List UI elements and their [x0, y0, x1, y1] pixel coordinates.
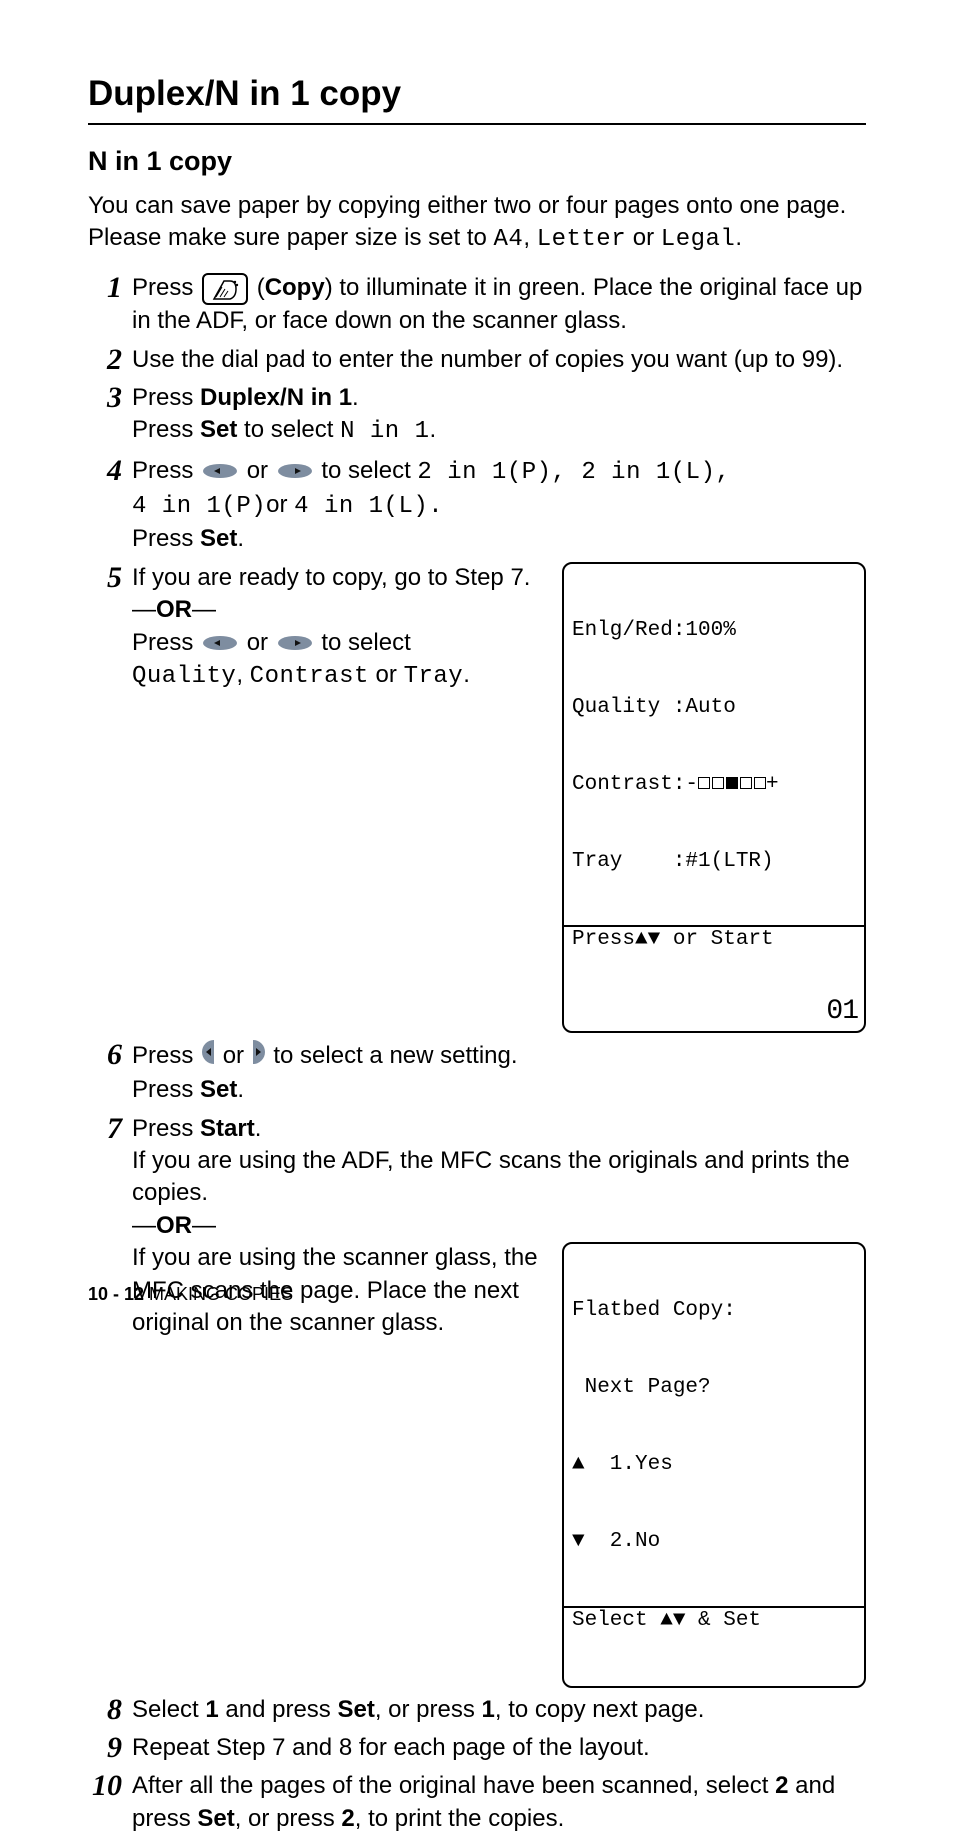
step-number: 1	[88, 272, 132, 304]
intro-text: You can save paper by copying either two…	[88, 190, 866, 257]
step-item: 8 Select 1 and press Set, or press 1, to…	[88, 1694, 866, 1726]
step-item: 5 If you are ready to copy, go to Step 7…	[88, 562, 866, 1033]
step-item: 9 Repeat Step 7 and 8 for each page of t…	[88, 1732, 866, 1764]
step-number: 6	[88, 1039, 132, 1071]
step-item: 10 After all the pages of the original h…	[88, 1770, 866, 1835]
nav-left-icon	[202, 463, 238, 479]
steps-list: 1 Press (Copy) to illuminate it in green…	[88, 272, 866, 1835]
step-number: 7	[88, 1113, 132, 1145]
step-item: 7 Press Start. If you are using the ADF,…	[88, 1113, 866, 1688]
step-text: Press	[132, 384, 200, 411]
half-left-icon	[201, 1039, 215, 1074]
step-item: 1 Press (Copy) to illuminate it in green…	[88, 272, 866, 337]
step-number: 10	[88, 1770, 132, 1802]
section-title: N in 1 copy	[88, 143, 866, 179]
half-right-icon	[252, 1039, 266, 1074]
page-title: Duplex/N in 1 copy	[88, 70, 866, 125]
step-number: 2	[88, 344, 132, 376]
lcd-display: Enlg/Red:100% Quality :Auto Contrast:-+ …	[562, 562, 866, 1033]
step-number: 3	[88, 382, 132, 414]
nav-right-icon	[277, 635, 313, 651]
step-text: Press	[132, 274, 200, 301]
step-item: 2 Use the dial pad to enter the number o…	[88, 344, 866, 376]
step-number: 9	[88, 1732, 132, 1764]
step-item: 3 Press Duplex/N in 1. Press Set to sele…	[88, 382, 866, 449]
step-text: Use the dial pad to enter the number of …	[132, 346, 843, 373]
step-number: 4	[88, 455, 132, 487]
step-number: 5	[88, 562, 132, 594]
nav-right-icon	[277, 463, 313, 479]
lcd-page-num: 01	[826, 995, 858, 1029]
nav-left-icon	[202, 635, 238, 651]
page-footer: 10 - 12 MAKING COPIES	[88, 1282, 293, 1306]
step-item: 4 Press or to select 2 in 1(P), 2 in 1(L…	[88, 455, 866, 556]
step-number: 8	[88, 1694, 132, 1726]
contrast-bar-icon	[698, 777, 766, 789]
step-item: 6 Press or to select a new setting. Pres…	[88, 1039, 866, 1107]
lcd-display: Flatbed Copy: Next Page? ▲ 1.Yes ▼ 2.No …	[562, 1242, 866, 1687]
copy-icon	[202, 273, 248, 305]
